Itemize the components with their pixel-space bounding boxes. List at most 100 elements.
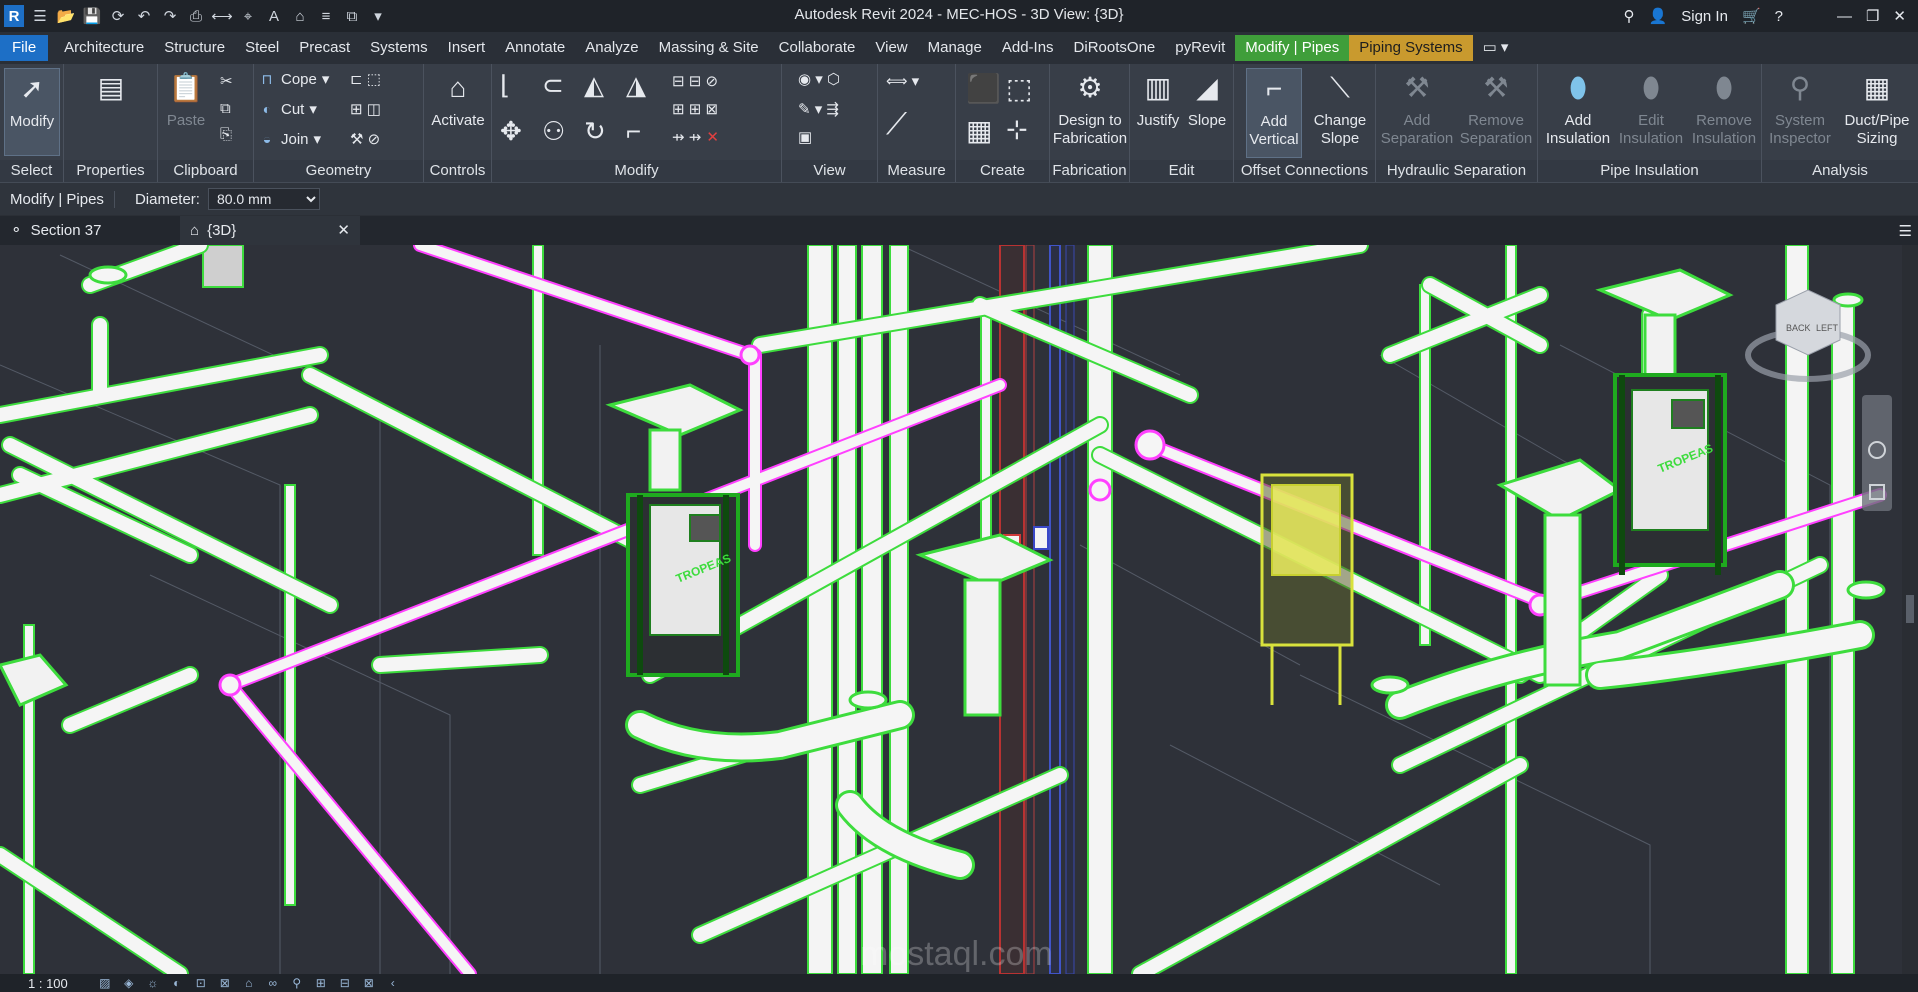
create-similar-icon[interactable]: ⬚ <box>1006 72 1032 105</box>
mirror-draw-icon[interactable]: ◮ <box>626 70 646 101</box>
tab-view[interactable]: View <box>865 35 917 61</box>
tab-dirootsone[interactable]: DiRootsOne <box>1064 35 1166 61</box>
rotate-icon[interactable]: ↻ <box>584 116 606 147</box>
create-part-icon[interactable]: ⬛ <box>966 72 1001 105</box>
create-assembly-icon[interactable]: ⊹ <box>1006 114 1028 145</box>
move-icon[interactable]: ✥ <box>500 116 522 147</box>
crop-view-icon[interactable]: ⊡ <box>194 976 208 990</box>
sign-in-link[interactable]: Sign In <box>1681 8 1728 25</box>
visual-style-icon[interactable]: ◈ <box>122 976 136 990</box>
tag-icon[interactable]: ⌖ <box>238 6 258 26</box>
override-graphics-icon[interactable]: ◉ ▾ ⬡ <box>798 70 840 88</box>
close-tab-icon[interactable]: ✕ <box>337 216 350 245</box>
open-icon[interactable]: 📂 <box>56 6 76 26</box>
tab-insert[interactable]: Insert <box>438 35 496 61</box>
modify-button[interactable]: ➚ Modify <box>4 68 60 156</box>
wall-joins-icon[interactable]: ⊏ ⬚ <box>350 70 381 88</box>
view-scale[interactable]: 1 : 100 <box>28 976 68 991</box>
text-icon[interactable]: A <box>264 6 284 26</box>
copy-element-icon[interactable]: ⚇ <box>542 116 565 147</box>
tab-steel[interactable]: Steel <box>235 35 289 61</box>
tab-massing-site[interactable]: Massing & Site <box>649 35 769 61</box>
tab-modify-pipes[interactable]: Modify | Pipes <box>1235 35 1350 61</box>
tab-precast[interactable]: Precast <box>289 35 360 61</box>
restore-icon[interactable]: ❐ <box>1866 7 1879 25</box>
scrollbar-thumb[interactable] <box>1906 595 1914 623</box>
print-icon[interactable]: ⎙ <box>186 6 206 26</box>
delete-icon[interactable]: ✕ <box>706 128 719 146</box>
trim-extend-icon[interactable]: ⌐ <box>626 116 641 147</box>
constraints-icon[interactable]: ⊠ <box>362 976 376 990</box>
tab-annotate[interactable]: Annotate <box>495 35 575 61</box>
slope-button[interactable]: ◢ Slope <box>1184 68 1230 130</box>
model-drawing[interactable]: TROPEAS TROPEAS BACK LEFT mostaql.com <box>0 245 1918 974</box>
help-icon[interactable]: ? <box>1775 8 1783 25</box>
tab-architecture[interactable]: Architecture <box>54 35 154 61</box>
cart-icon[interactable]: 🛒 <box>1742 7 1761 25</box>
design-to-fabrication-button[interactable]: ⚙ Design to Fabrication <box>1052 68 1128 148</box>
recent-files-icon[interactable]: ☰ <box>30 6 50 26</box>
change-slope-button[interactable]: ⟍ Change Slope <box>1308 68 1372 148</box>
tab-collaborate[interactable]: Collaborate <box>769 35 866 61</box>
align-icon[interactable]: ⌊ <box>500 70 510 101</box>
join-button[interactable]: ◒ Join ▾ <box>258 130 321 149</box>
split-face-icon[interactable]: ⊞ ◫ <box>350 100 381 118</box>
measure-icon[interactable]: ⟷ <box>211 6 233 26</box>
wc-frame-selected[interactable] <box>1260 473 1354 705</box>
tab-manage[interactable]: Manage <box>918 35 992 61</box>
sync-icon[interactable]: ⟳ <box>108 6 128 26</box>
copy-icon[interactable]: ⧉ <box>220 100 231 117</box>
lock-view-icon[interactable]: ⌂ <box>242 976 256 990</box>
select-panel-label[interactable]: Select <box>0 160 63 182</box>
tab-analyze[interactable]: Analyze <box>575 35 648 61</box>
save-icon[interactable]: 💾 <box>82 6 102 26</box>
view-list-icon[interactable]: ☰ <box>1899 222 1918 240</box>
redo-icon[interactable]: ↷ <box>160 6 180 26</box>
paste-button[interactable]: 📋 Paste <box>162 68 210 130</box>
scale-icon[interactable]: ⇸ ⇸ ✕ <box>672 128 719 146</box>
show-crop-icon[interactable]: ⊠ <box>218 976 232 990</box>
revit-logo-icon[interactable]: R <box>4 5 24 27</box>
user-icon[interactable]: 👤 <box>1649 7 1668 25</box>
temp-hide-icon[interactable]: ∞ <box>266 976 280 990</box>
add-separation-button[interactable]: ⚒ Add Separation <box>1378 68 1456 148</box>
tab-add-ins[interactable]: Add-Ins <box>992 35 1064 61</box>
array-icon[interactable]: ⊞ ⊞ ⊠ <box>672 100 718 118</box>
shadows-icon[interactable]: ◐ <box>170 976 184 990</box>
duct-pipe-sizing-button[interactable]: ▦ Duct/Pipe Sizing <box>1838 68 1916 148</box>
create-group-icon[interactable]: ▦ <box>966 114 992 147</box>
remove-separation-button[interactable]: ⚒ Remove Separation <box>1456 68 1536 148</box>
customize-qat-icon[interactable]: ▾ <box>368 6 388 26</box>
detail-level-icon[interactable]: ▨ <box>98 976 112 990</box>
ribbon-toggle-icon[interactable]: ▭ ▾ <box>1473 35 1519 61</box>
hide-element-icon[interactable]: ▣ <box>798 128 812 146</box>
view-tab-3d[interactable]: ⌂ {3D} ✕ <box>180 216 360 245</box>
cut-clipboard-icon[interactable]: ✂ <box>220 72 233 90</box>
highlight-displacement-icon[interactable]: ⊟ <box>338 976 352 990</box>
tab-structure[interactable]: Structure <box>154 35 235 61</box>
edit-insulation-button[interactable]: ⬮ Edit Insulation <box>1616 68 1686 148</box>
demolish-icon[interactable]: ⚒ ⊘ <box>350 130 380 148</box>
wc-frame[interactable]: TROPEAS <box>1613 373 1727 575</box>
close-icon[interactable]: ✕ <box>1893 7 1906 25</box>
dimension-icon[interactable]: ⟋ <box>886 108 907 142</box>
add-insulation-button[interactable]: ⬮ Add Insulation <box>1542 68 1614 148</box>
cut-button[interactable]: ◐ Cut ▾ <box>258 100 317 119</box>
tab-piping-systems[interactable]: Piping Systems <box>1349 35 1473 61</box>
home-icon[interactable]: ⌂ <box>290 6 310 26</box>
thin-lines-icon[interactable]: ≡ <box>316 6 336 26</box>
mirror-axis-icon[interactable]: ◭ <box>584 70 604 101</box>
undo-icon[interactable]: ↶ <box>134 6 154 26</box>
split-icon[interactable]: ⊟ ⊟ ⊘ <box>672 72 718 90</box>
reveal-hidden-icon[interactable]: ⚲ <box>290 976 304 990</box>
offset-icon[interactable]: ⊂ <box>542 70 564 101</box>
minimize-icon[interactable]: — <box>1837 8 1852 25</box>
switch-windows-icon[interactable]: ⧉ <box>342 6 362 26</box>
wc-frame[interactable]: TROPEAS <box>626 493 740 677</box>
add-vertical-button[interactable]: ⌐ Add Vertical <box>1246 68 1302 158</box>
activate-button[interactable]: ⌂ Activate <box>428 68 488 130</box>
tab-file[interactable]: File <box>0 35 49 61</box>
view-tab-section[interactable]: ⚬ Section 37 <box>0 216 180 245</box>
properties-button[interactable]: ▤ <box>86 68 136 112</box>
tab-systems[interactable]: Systems <box>360 35 438 61</box>
